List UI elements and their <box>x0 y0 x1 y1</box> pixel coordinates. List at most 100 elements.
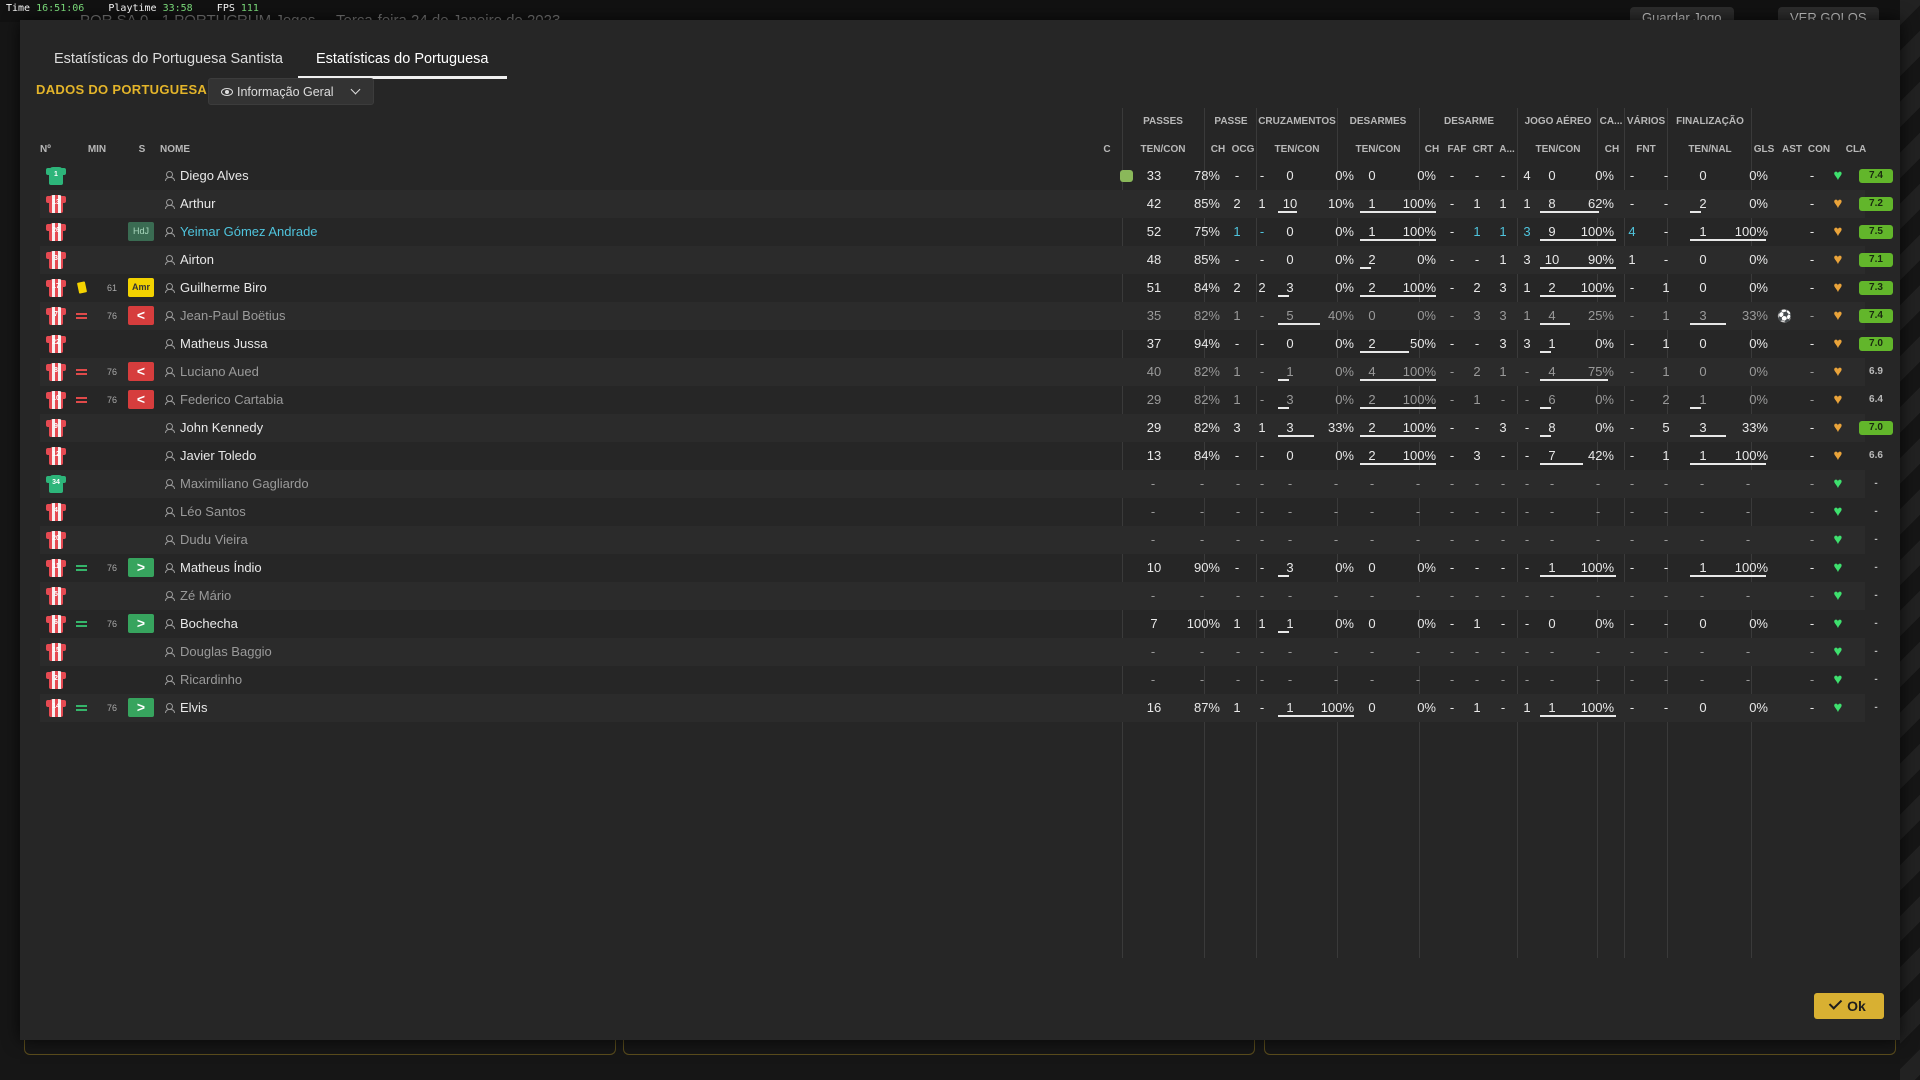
player-profile-icon[interactable] <box>165 451 175 461</box>
col-cla[interactable]: CLA <box>1839 144 1873 156</box>
table-row[interactable]: 26 HdJ Yeimar Gómez Andrade 52 75% 1 - 0 0% 1 100%… <box>40 218 1893 246</box>
player-profile-icon[interactable] <box>165 423 175 433</box>
col-ca-ch[interactable]: CH <box>1600 144 1624 156</box>
player-name[interactable]: Guilherme Biro <box>180 274 580 302</box>
col-des-a[interactable]: A... <box>1496 144 1518 156</box>
player-name[interactable]: Javier Toledo <box>180 442 580 470</box>
player-profile-icon[interactable] <box>165 591 175 601</box>
table-row[interactable]: 8 76 < Luciano Aued 40 82% 1-1 0% 4 100% -2 1-4 75% -… <box>40 358 1883 386</box>
player-profile-icon[interactable] <box>165 227 175 237</box>
player-name[interactable]: Federico Cartabia <box>180 386 580 414</box>
des-ch: - <box>1449 420 1455 435</box>
player-name[interactable]: Bochecha <box>180 610 580 638</box>
table-row[interactable]: 2 Ricardinho - - - - - - - - - - - - - - - - - - - ♥ - <box>40 666 1878 694</box>
ok-button[interactable]: Ok <box>1814 993 1884 1019</box>
varios-fnt: 2 <box>1662 392 1670 407</box>
col-des-faf[interactable]: FAF <box>1444 144 1470 156</box>
player-name[interactable]: Airton <box>180 246 580 274</box>
col-aereo-tencon[interactable]: TEN/CON <box>1518 144 1598 156</box>
player-profile-icon[interactable] <box>165 367 175 377</box>
player-profile-icon[interactable] <box>165 703 175 713</box>
table-row[interactable]: 7 76 < Jean-Paul Boëtius 35 82% 1-5 40% 0 0% -3 3 1 4… <box>40 302 1893 330</box>
table-row[interactable]: 3 Airton 48 85% - -0 0% 2 0% - -1 3 10 90% 1-0 0% - ♥ 7.1 <box>40 246 1893 274</box>
col-ast[interactable]: AST <box>1780 144 1804 156</box>
player-profile-icon[interactable] <box>165 535 175 545</box>
player-name[interactable]: Luciano Aued <box>180 358 580 386</box>
player-name[interactable]: Douglas Baggio <box>180 638 580 666</box>
player-name[interactable]: Yeimar Gómez Andrade <box>180 218 580 246</box>
table-row[interactable]: 5 Zé Mário - - - - - - - - - - - - - - - - - - - ♥ - <box>40 582 1878 610</box>
col-passe-ocg[interactable]: OCG <box>1230 144 1256 156</box>
tackles-pct: 100% <box>1402 364 1436 379</box>
shots: 0 <box>1699 252 1707 267</box>
player-profile-icon[interactable] <box>165 395 175 405</box>
col-con[interactable]: CON <box>1806 144 1832 156</box>
col-passe-ch[interactable]: CH <box>1206 144 1230 156</box>
table-row[interactable]: 14 76 > Elvis 16 87% 1-1 100% 0 0% -1-1 1 100% - -0 0% -… <box>40 694 1878 722</box>
table-row[interactable]: 9 John Kennedy 29 82% 3 1 3 33% 2 100% - -3-8 0% -5 3 3… <box>40 414 1893 442</box>
empty-stat: - <box>1259 532 1265 547</box>
player-profile-icon[interactable] <box>165 507 175 517</box>
col-des-crt[interactable]: CRT <box>1470 144 1496 156</box>
table-row[interactable]: 15 Douglas Baggio - - - - - - - - - - - - - - - - - - - ♥ - <box>40 638 1878 666</box>
assists: - <box>1809 168 1815 183</box>
tab-team-stats[interactable]: Estatísticas do Portuguesa <box>298 42 507 79</box>
table-row[interactable]: 4 Léo Santos - - - - - - - - - - - - - - - - - - - ♥ - <box>40 498 1878 526</box>
player-profile-icon[interactable] <box>165 339 175 349</box>
player-profile-icon[interactable] <box>165 283 175 293</box>
player-name[interactable]: Matheus Índio <box>180 554 580 582</box>
player-name[interactable]: Elvis <box>180 694 580 722</box>
des-a: - <box>1524 392 1530 407</box>
player-profile-icon[interactable] <box>165 255 175 265</box>
player-name[interactable]: Zé Mário <box>180 582 580 610</box>
col-gls[interactable]: GLS <box>1752 144 1776 156</box>
table-row[interactable]: 13 Arthur 42 85% 2 1 10 10% 1 100% -1 1 1 8 62% - -2 0% - ♥… <box>40 190 1893 218</box>
tab-opponent-stats[interactable]: Estatísticas do Portuguesa Santista <box>54 42 283 76</box>
table-row[interactable]: 17 61 Amr Guilherme Biro 51 84% 2 2 3 0% 2 100% -2 3 1… <box>40 274 1893 302</box>
player-profile-icon[interactable] <box>165 563 175 573</box>
player-profile-icon[interactable] <box>165 199 175 209</box>
col-num[interactable]: Nº <box>40 144 60 156</box>
player-profile-icon[interactable] <box>165 479 175 489</box>
view-select[interactable]: Informação Geral <box>208 78 374 105</box>
col-cruz-tencon[interactable]: TEN/CON <box>1257 144 1337 156</box>
table-row[interactable]: 34 Maximiliano Gagliardo - - - - - - - - - - - - - - - - -… <box>40 470 1878 498</box>
player-name[interactable]: Diego Alves <box>180 162 580 190</box>
table-row[interactable]: 11 76 > Matheus Índio 10 90% - -3 0% 0 0% - - - -1 100%… <box>40 554 1878 582</box>
col-s[interactable]: S <box>136 144 148 156</box>
table-row[interactable]: 20 Dudu Vieira - - - - - - - - - - - - - - - - - - - ♥ - <box>40 526 1878 554</box>
table-row[interactable]: 10 76 < Federico Cartabia 29 82% 1-3 0% 2 100% -1-… <box>40 386 1883 414</box>
player-name[interactable]: Matheus Jussa <box>180 330 580 358</box>
col-fin-tennal[interactable]: TEN/NAL <box>1668 144 1752 156</box>
interceptions: - <box>1500 700 1506 715</box>
player-name[interactable]: John Kennedy <box>180 414 580 442</box>
col-c[interactable]: C <box>1100 144 1114 156</box>
empty-stat: - <box>1287 476 1293 491</box>
stat-bar <box>1278 379 1289 381</box>
col-des-tencon[interactable]: TEN/CON <box>1338 144 1418 156</box>
table-row[interactable]: 12 Javier Toledo 13 84% - -0 0% 2 100% -3- -7 42% -1… <box>40 442 1883 470</box>
player-profile-icon[interactable] <box>165 311 175 321</box>
player-name[interactable]: Dudu Vieira <box>180 526 580 554</box>
player-name[interactable]: Arthur <box>180 190 580 218</box>
shirt-icon: 1 <box>46 167 66 185</box>
player-profile-icon[interactable] <box>165 647 175 657</box>
player-name[interactable]: Maximiliano Gagliardo <box>180 470 580 498</box>
col-des-ch[interactable]: CH <box>1420 144 1444 156</box>
player-profile-icon[interactable] <box>165 675 175 685</box>
player-name[interactable]: Jean-Paul Boëtius <box>180 302 580 330</box>
rating-badge: - <box>1874 534 1878 545</box>
empty-stat: - <box>1369 672 1375 687</box>
player-name[interactable]: Léo Santos <box>180 498 580 526</box>
table-row[interactable]: 1 Diego Alves 33 78% - -0 0% 0 0% - - -4 0 0% - -0 0% - ♥ 7… <box>40 162 1893 190</box>
col-varios-fnt[interactable]: FNT <box>1625 144 1667 156</box>
col-nome[interactable]: NOME <box>160 144 220 156</box>
table-row[interactable]: 22 Matheus Jussa 37 94% - -0 0% 2 50% - -3 3 1 0% -1 0 0… <box>40 330 1893 358</box>
chances-created: - <box>1259 392 1265 407</box>
player-profile-icon[interactable] <box>165 619 175 629</box>
player-profile-icon[interactable] <box>165 171 175 181</box>
col-passes-tencon[interactable]: TEN/CON <box>1123 144 1203 156</box>
player-name[interactable]: Ricardinho <box>180 666 580 694</box>
table-row[interactable]: 6 76 > Bochecha 7 100% 1 1 1 0% 0 0% -1- -0 0% - -0 0% - ♥ - <box>40 610 1878 638</box>
col-min[interactable]: MIN <box>82 144 112 156</box>
